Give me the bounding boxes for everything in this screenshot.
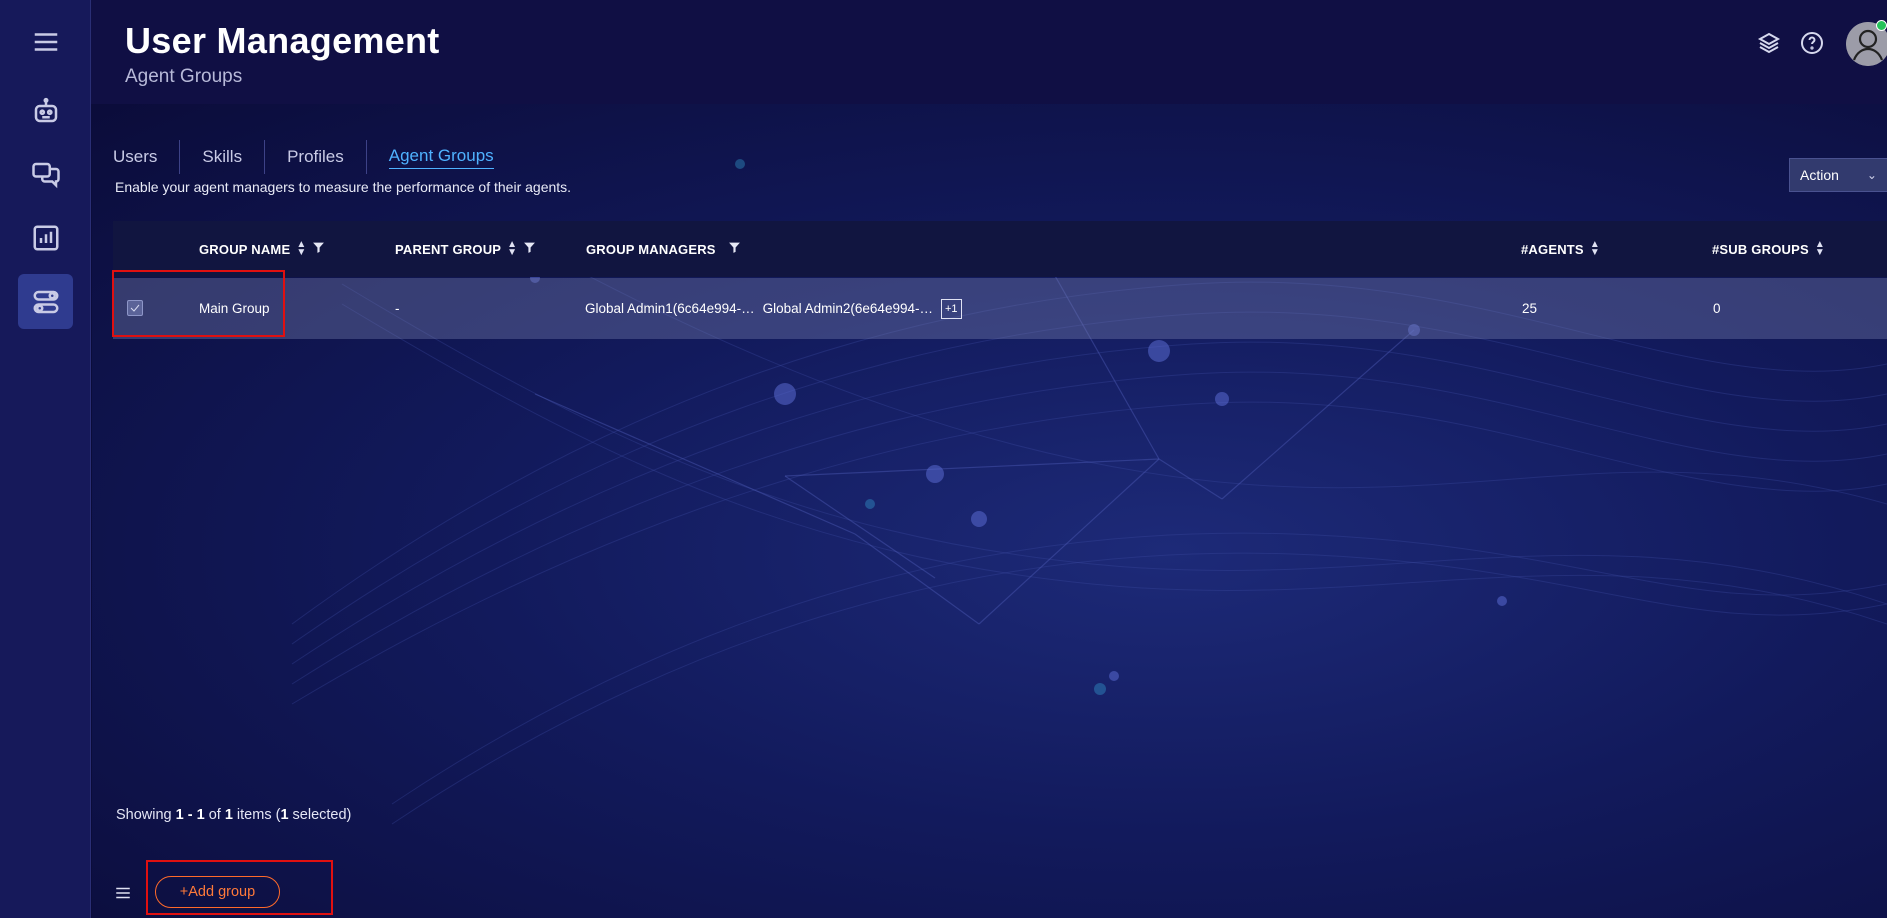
column-group-name[interactable]: GROUP NAME ▲ ▼ <box>199 221 325 277</box>
summary-range: 1 - 1 <box>175 807 205 823</box>
settings-toggle-icon <box>33 290 58 313</box>
list-menu-icon <box>116 887 130 899</box>
sidebar-item-conversations[interactable] <box>18 146 73 201</box>
page-title: User Management <box>125 20 440 61</box>
tab-bar: Users Skills Profiles Agent Groups <box>113 140 516 174</box>
filter-icon[interactable] <box>312 241 325 257</box>
pagination-summary: Showing 1 - 1 of 1 items (1 selected) <box>116 807 351 823</box>
column-sub-groups[interactable]: #SUB GROUPS ▲ ▼ <box>1712 221 1825 277</box>
sidebar <box>0 0 91 918</box>
more-managers-badge[interactable]: +1 <box>940 298 962 319</box>
column-label: PARENT GROUP <box>395 241 502 257</box>
sidebar-item-user-management[interactable] <box>18 274 73 329</box>
chat-icon <box>31 162 60 188</box>
summary-total: 1 <box>224 807 233 823</box>
summary-text: items ( <box>232 807 281 823</box>
summary-text: Showing <box>116 807 176 823</box>
filter-icon[interactable] <box>728 241 741 257</box>
help-button[interactable] <box>1799 30 1825 56</box>
tab-profiles[interactable]: Profiles <box>265 140 367 174</box>
filter-icon[interactable] <box>523 241 536 257</box>
row-checkbox[interactable] <box>127 300 143 316</box>
help-icon <box>1801 32 1823 54</box>
menu-button[interactable] <box>18 14 73 69</box>
column-label: #AGENTS <box>1521 241 1584 257</box>
tab-agent-groups[interactable]: Agent Groups <box>367 140 516 174</box>
tab-label: Users <box>113 147 158 166</box>
tab-skills[interactable]: Skills <box>180 140 266 174</box>
layers-button[interactable] <box>1756 30 1782 56</box>
column-group-managers[interactable]: GROUP MANAGERS <box>586 221 741 277</box>
tab-label: Profiles <box>287 147 344 166</box>
sort-icon[interactable]: ▲ ▼ <box>507 240 517 258</box>
layers-icon <box>1757 32 1781 54</box>
tab-label: Skills <box>202 147 243 166</box>
table-row[interactable]: Main Group - Global Admin1(6c64e994-… Gl… <box>113 278 1887 339</box>
chevron-down-icon: ⌄ <box>1866 168 1877 182</box>
analytics-icon <box>33 225 58 250</box>
summary-text: selected) <box>288 807 352 823</box>
cell-agents: 25 <box>1522 301 1538 316</box>
column-agents[interactable]: #AGENTS ▲ ▼ <box>1521 221 1600 277</box>
column-label: GROUP MANAGERS <box>586 241 716 257</box>
manager-name: Global Admin2(6e64e994-… <box>762 301 933 316</box>
manager-name: Global Admin1(6c64e994-… <box>585 301 755 316</box>
summary-text: of <box>204 807 225 823</box>
cell-group-managers: Global Admin1(6c64e994-… Global Admin2(6… <box>585 278 962 339</box>
sort-icon[interactable]: ▲ ▼ <box>1590 240 1600 258</box>
column-label: GROUP NAME <box>199 241 291 257</box>
robot-icon <box>34 97 57 122</box>
cell-sub-groups: 0 <box>1713 301 1721 316</box>
column-menu-button[interactable] <box>114 884 132 902</box>
sidebar-item-analytics[interactable] <box>18 210 73 265</box>
table-header: GROUP NAME ▲ ▼ PARENT GROUP ▲ ▼ GROUP MANA… <box>113 221 1887 277</box>
menu-icon <box>34 32 57 51</box>
column-label: #SUB GROUPS <box>1712 241 1809 257</box>
page-subtitle: Agent Groups <box>125 66 243 87</box>
checkmark-icon <box>130 304 140 312</box>
page-description: Enable your agent managers to measure th… <box>115 179 572 195</box>
summary-selected: 1 <box>280 807 289 823</box>
cell-group-name[interactable]: Main Group <box>199 278 270 339</box>
tab-users[interactable]: Users <box>113 140 181 174</box>
sidebar-item-bots[interactable] <box>18 83 73 138</box>
action-dropdown[interactable]: Action ⌄ <box>1789 158 1887 192</box>
page-header: User Management Agent Groups <box>91 0 1887 104</box>
presence-indicator <box>1876 20 1887 31</box>
tab-label: Agent Groups <box>388 146 494 169</box>
sort-icon[interactable]: ▲ ▼ <box>296 240 306 258</box>
action-label: Action <box>1800 167 1839 183</box>
column-parent-group[interactable]: PARENT GROUP ▲ ▼ <box>395 221 536 277</box>
sort-icon[interactable]: ▲ ▼ <box>1815 240 1825 258</box>
cell-parent-group: - <box>395 301 400 316</box>
add-group-button[interactable]: +Add group <box>155 876 280 908</box>
